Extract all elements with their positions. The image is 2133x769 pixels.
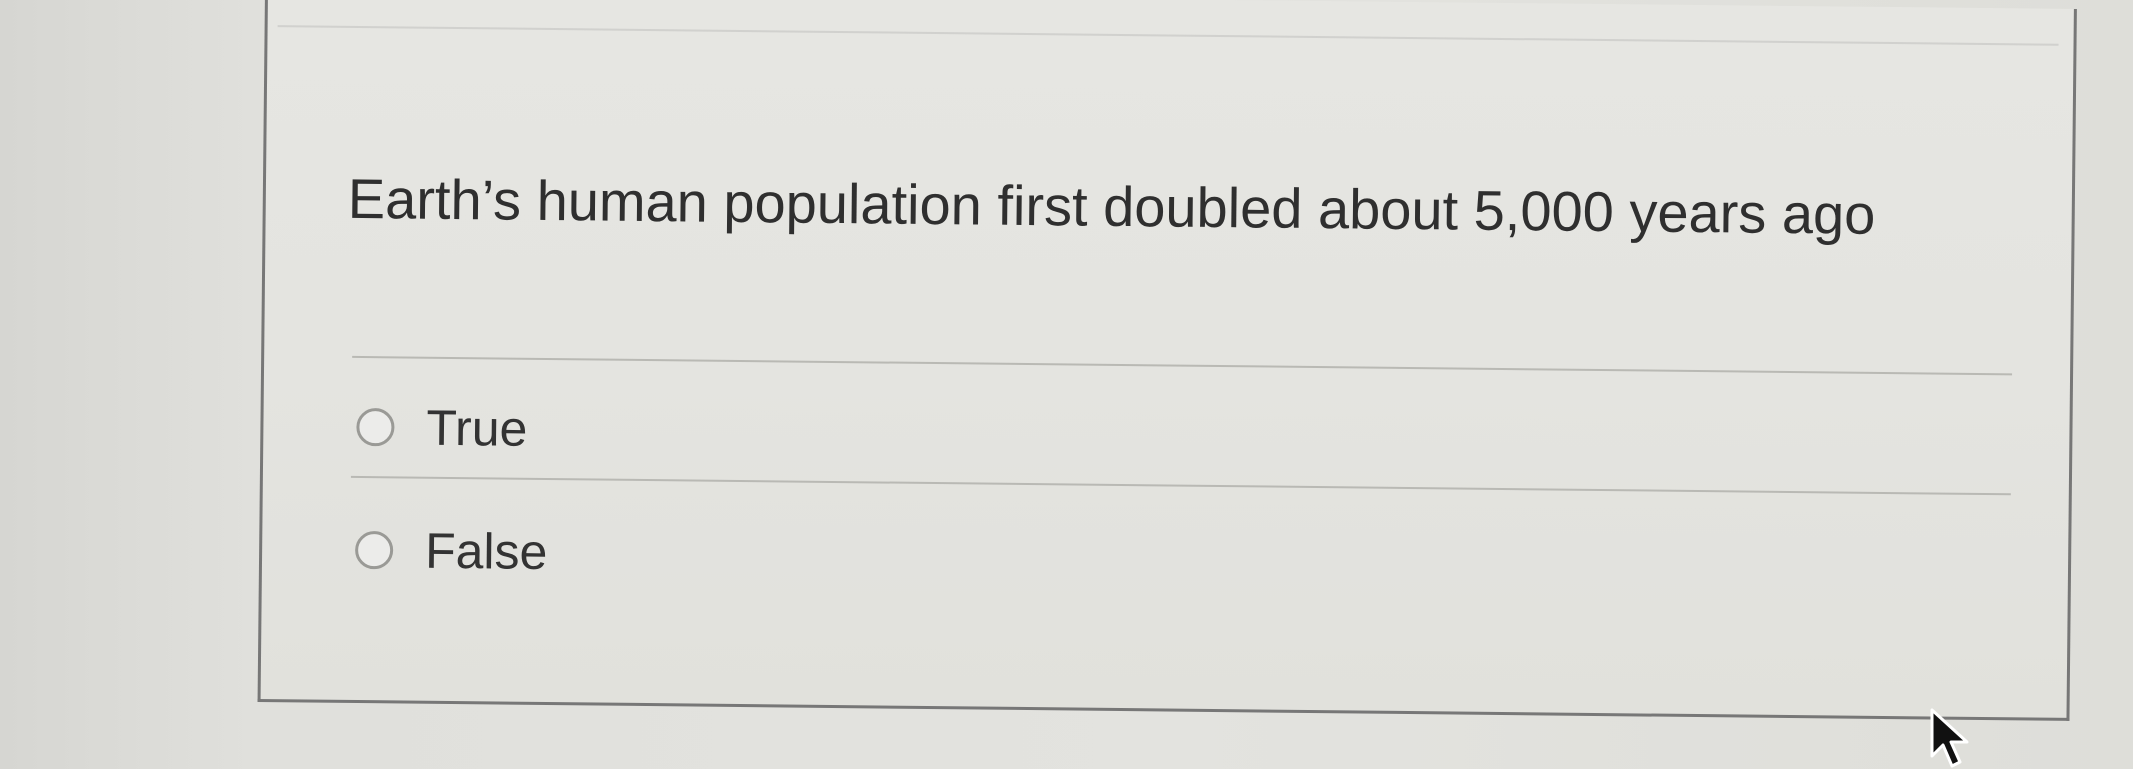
quiz-screen: Earth’s human population first doubled a… — [0, 0, 2133, 769]
arrow-cursor-icon — [1930, 708, 1969, 768]
option-true[interactable]: True — [356, 398, 528, 458]
divider — [352, 355, 2013, 376]
question-text: Earth’s human population first doubled a… — [347, 166, 1876, 246]
option-false[interactable]: False — [354, 521, 548, 581]
radio-button-false[interactable] — [354, 530, 394, 570]
question-card: Earth’s human population first doubled a… — [257, 0, 2077, 721]
divider — [350, 475, 2011, 496]
option-label-true: True — [426, 399, 528, 457]
radio-button-true[interactable] — [356, 407, 395, 447]
option-label-false: False — [424, 522, 548, 580]
